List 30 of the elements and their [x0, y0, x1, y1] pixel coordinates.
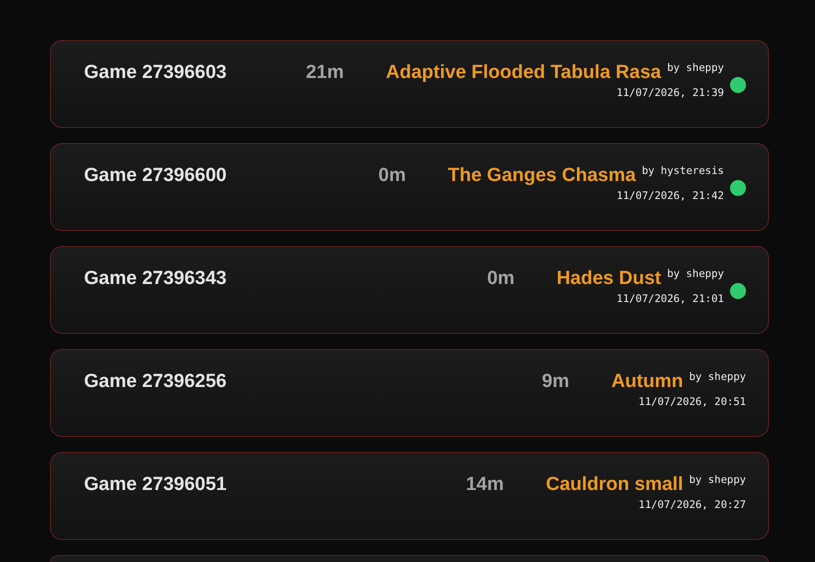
game-card[interactable]: Game 27396603 21m Adaptive Flooded Tabula Rasa by sheppy 11/07/2026, 21:39	[50, 40, 769, 128]
game-timestamp: 11/07/2026, 21:39	[616, 87, 724, 99]
game-title: Game 27396603	[84, 61, 227, 85]
map-name: The Ganges Chasma	[448, 164, 636, 188]
game-card[interactable]: Game 27396343 0m Hades Dust by sheppy 11/07/2026, 21:01	[50, 246, 769, 334]
game-duration: 9m	[542, 370, 570, 394]
map-name: Adaptive Flooded Tabula Rasa	[386, 61, 662, 85]
game-timestamp: 11/07/2026, 20:27	[638, 499, 746, 511]
game-timestamp: 11/07/2026, 21:42	[616, 190, 724, 202]
game-card[interactable]: Game 27396600 0m The Ganges Chasma by hysteresis 11/07/2026, 21:42	[50, 143, 769, 231]
map-name: Cauldron small	[546, 473, 684, 497]
game-timestamp: 11/07/2026, 20:51	[638, 396, 746, 408]
game-title: Game 27396343	[84, 267, 227, 291]
game-card[interactable]: Game 27396256 9m Autumn by sheppy 11/07/2026, 20:51	[50, 349, 769, 437]
map-name: Autumn	[611, 370, 684, 394]
map-author: by sheppy	[667, 267, 724, 282]
game-duration: 14m	[466, 473, 504, 497]
map-author: by hysteresis	[642, 164, 724, 179]
map-author: by sheppy	[689, 473, 746, 488]
game-title: Game 27396051	[84, 473, 227, 497]
game-card[interactable]: Game 27396051 14m Cauldron small by sheppy 11/07/2026, 20:27	[50, 452, 769, 540]
game-title: Game 27396600	[84, 164, 227, 188]
game-title: Game 27396256	[84, 370, 227, 394]
game-duration: 21m	[306, 61, 344, 85]
map-author: by sheppy	[667, 61, 724, 76]
game-duration: 0m	[487, 267, 515, 291]
map-author: by sheppy	[689, 370, 746, 385]
map-name: Hades Dust	[556, 267, 662, 291]
game-duration: 0m	[378, 164, 406, 188]
game-timestamp: 11/07/2026, 21:01	[616, 293, 724, 305]
